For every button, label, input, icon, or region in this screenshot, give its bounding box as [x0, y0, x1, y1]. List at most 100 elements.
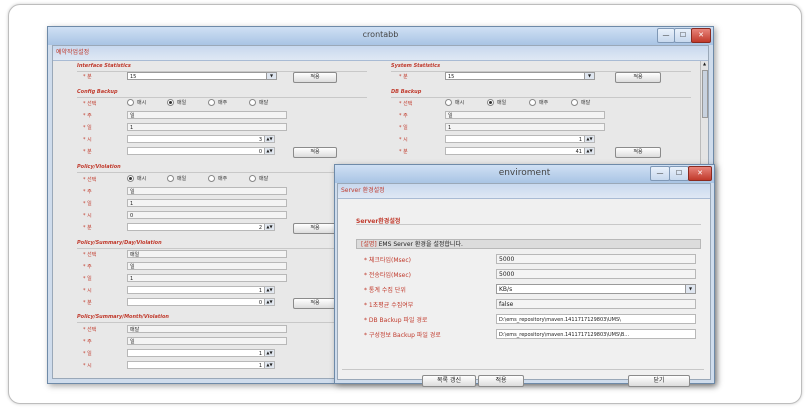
stat-unit-select[interactable]: KB/s ▼	[496, 284, 696, 294]
send-time-label: * 전송타임(Msec)	[364, 272, 411, 279]
divider	[77, 97, 367, 98]
enviroment-titlebar[interactable]: enviroment — ☐ ✕	[335, 165, 714, 183]
radio-weekly[interactable]: 매주	[529, 99, 548, 106]
avg-collect-field[interactable]: false	[496, 299, 696, 309]
pv-apply-button[interactable]: 적용	[293, 223, 337, 234]
psd-week-label: * 주	[83, 264, 92, 270]
spinner-arrows-icon[interactable]: ▲▼	[264, 136, 274, 142]
minimize-icon[interactable]: —	[650, 166, 670, 181]
spinner-arrows-icon[interactable]: ▲▼	[584, 136, 594, 142]
db-minute-spinner[interactable]: 41 ▲▼	[445, 147, 595, 155]
radio-monthly[interactable]: 매달	[249, 175, 268, 182]
check-time-field[interactable]: 5000	[496, 254, 696, 264]
radio-daily[interactable]: 매일	[167, 175, 186, 182]
radio-hourly[interactable]: 매시	[127, 175, 146, 182]
radio-weekly[interactable]: 매주	[208, 175, 227, 182]
section-db-backup: DB Backup	[391, 89, 422, 95]
divider	[391, 97, 691, 98]
config-minute-spinner[interactable]: 0 ▲▼	[127, 147, 275, 155]
psm-select-field[interactable]: 매달	[127, 325, 287, 333]
radio-hourly[interactable]: 매시	[127, 99, 146, 106]
avg-collect-label: * 1초평균 수집여부	[364, 302, 414, 309]
spinner-arrows-icon[interactable]: ▲▼	[264, 148, 274, 154]
crontab-header: 예약작업설정	[53, 46, 708, 61]
scroll-up-icon[interactable]: ▲	[701, 61, 708, 68]
spinner-arrows-icon[interactable]: ▲▼	[264, 299, 274, 305]
config-day-field[interactable]: 1	[127, 123, 287, 131]
divider	[77, 322, 367, 323]
info-prefix: [설명]	[361, 241, 377, 248]
spinner-arrows-icon[interactable]: ▲▼	[584, 148, 594, 154]
chevron-down-icon[interactable]: ▼	[266, 73, 276, 79]
radio-monthly[interactable]: 매달	[249, 99, 268, 106]
pv-week-label: * 주	[83, 189, 92, 195]
section-policy-summary-month: Policy/Summary/Month/Violation	[77, 314, 169, 320]
db-day-label: * 일	[399, 125, 408, 131]
chevron-down-icon[interactable]: ▼	[584, 73, 594, 79]
system-minute-select[interactable]: 15 ▼	[445, 72, 595, 80]
config-week-field[interactable]: 일	[127, 111, 287, 119]
interface-minute-value: 15	[130, 74, 137, 80]
close-button[interactable]: 닫기	[628, 375, 690, 387]
db-week-field[interactable]: 일	[445, 111, 605, 119]
pv-week-field[interactable]: 일	[127, 187, 287, 195]
db-backup-path-label: * DB Backup 파일 경로	[364, 317, 428, 324]
minimize-icon[interactable]: —	[657, 28, 675, 43]
chevron-down-icon[interactable]: ▼	[685, 285, 695, 293]
db-backup-path-field[interactable]: D:\ems_repository\maven.1411717129803\UM…	[496, 314, 696, 324]
crontab-titlebar[interactable]: crontabb — ☐ ✕	[48, 27, 713, 45]
spinner-arrows-icon[interactable]: ▲▼	[264, 350, 274, 356]
send-time-field[interactable]: 5000	[496, 269, 696, 279]
pv-hour-field[interactable]: 0	[127, 211, 287, 219]
spinner-arrows-icon[interactable]: ▲▼	[264, 224, 274, 230]
close-icon[interactable]: ✕	[688, 166, 712, 181]
section-policy-summary-day: Policy/Summary/Day/Violation	[77, 240, 162, 246]
pv-day-field[interactable]: 1	[127, 199, 287, 207]
scrollbar-thumb[interactable]	[702, 70, 708, 118]
psd-day-label: * 일	[83, 276, 92, 282]
psd-hour-spinner[interactable]: 1 ▲▼	[127, 286, 275, 294]
refresh-list-button[interactable]: 목록 갱신	[422, 375, 476, 387]
apply-button[interactable]: 적용	[478, 375, 524, 387]
radio-weekly[interactable]: 매주	[208, 99, 227, 106]
psd-week-field[interactable]: 일	[127, 262, 287, 270]
interface-minute-label: * 분	[83, 74, 92, 80]
config-apply-button[interactable]: 적용	[293, 147, 337, 158]
psd-hour-label: * 시	[83, 288, 92, 294]
config-backup-path-field[interactable]: D:\ems_repository\maven.1411717129803\UM…	[496, 329, 696, 339]
spinner-arrows-icon[interactable]: ▲▼	[264, 362, 274, 368]
system-minute-label: * 분	[399, 74, 408, 80]
stat-unit-label: * 통계 수집 단위	[364, 287, 406, 294]
radio-monthly[interactable]: 매달	[571, 99, 590, 106]
maximize-icon[interactable]: ☐	[669, 166, 689, 181]
pv-day-label: * 일	[83, 201, 92, 207]
divider	[77, 248, 367, 249]
config-select-label: * 선택	[83, 101, 97, 107]
enviroment-client: Server 환경설정 Server환경설정 [설명] EMS Server 환…	[337, 183, 711, 387]
config-hour-spinner[interactable]: 3 ▲▼	[127, 135, 275, 143]
spinner-arrows-icon[interactable]: ▲▼	[264, 287, 274, 293]
pv-hour-label: * 시	[83, 213, 92, 219]
radio-daily[interactable]: 매일	[167, 99, 186, 106]
psd-apply-button[interactable]: 적용	[293, 298, 337, 309]
check-time-label: * 체크타임(Msec)	[364, 257, 411, 264]
psm-week-field[interactable]: 일	[127, 337, 287, 345]
db-hour-spinner[interactable]: 1 ▲▼	[445, 135, 595, 143]
maximize-icon[interactable]: ☐	[674, 28, 692, 43]
psm-day-spinner[interactable]: 1 ▲▼	[127, 349, 275, 357]
radio-hourly[interactable]: 매시	[445, 99, 464, 106]
pv-minute-spinner[interactable]: 2 ▲▼	[127, 223, 275, 231]
close-icon[interactable]: ✕	[691, 28, 711, 43]
psm-hour-spinner[interactable]: 1 ▲▼	[127, 361, 275, 369]
info-text: EMS Server 환경을 설정합니다.	[376, 241, 463, 248]
interface-minute-select[interactable]: 15 ▼	[127, 72, 277, 80]
psd-minute-spinner[interactable]: 0 ▲▼	[127, 298, 275, 306]
radio-daily[interactable]: 매일	[487, 99, 506, 106]
interface-apply-button[interactable]: 적용	[293, 72, 337, 83]
system-apply-button[interactable]: 적용	[615, 72, 661, 83]
psd-day-field[interactable]: 1	[127, 274, 287, 282]
config-backup-path-label: * 구성정보 Backup 파일 경로	[364, 332, 441, 339]
db-day-field[interactable]: 1	[445, 123, 605, 131]
db-apply-button[interactable]: 적용	[615, 147, 661, 158]
psd-select-field[interactable]: 매일	[127, 250, 287, 258]
